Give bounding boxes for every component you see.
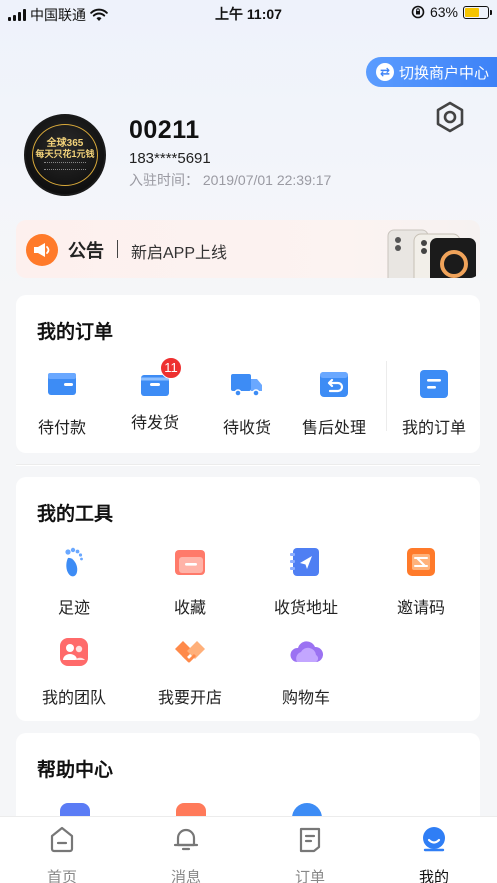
tab-orders[interactable]: 订单 [270,825,350,883]
tool-favorites[interactable]: 收藏 [140,545,240,618]
section-divider [16,464,480,466]
wallet-icon [48,373,76,395]
phones-image [387,229,476,278]
help-title: 帮助中心 [37,760,114,781]
avatar-text-2: 每天只花1元钱 [35,149,95,159]
team-icon [60,638,88,666]
join-time: 入驻时间： 2019/07/01 22:39:17 [129,172,332,188]
home-icon [50,826,74,853]
order-pending-payment[interactable]: 待付款 [22,367,102,438]
order-label: 我的订单 [401,420,466,437]
address-icon [290,548,319,576]
order-label: 待发货 [130,415,179,432]
status-bar: 中国联通 上午 11:07 63% [0,0,497,26]
tab-label: 订单 [294,869,325,883]
invite-code-icon [407,548,435,576]
order-all-orders[interactable]: 我的订单 [394,367,474,438]
orders-title: 我的订单 [37,322,114,343]
user-phone: 183****5691 [129,150,211,167]
notice-title: 公告 [68,241,104,261]
tool-label: 邀请码 [396,600,445,617]
tool-open-store[interactable]: 我要开店 [140,635,240,708]
order-icon [299,827,321,853]
tab-bar: 首页 消息 订单 我的 [0,816,497,883]
folder-icon [175,550,205,575]
order-label: 待收货 [222,420,271,437]
order-label: 待付款 [37,420,86,437]
handshake-icon [175,641,205,663]
order-pending-shipment[interactable]: 11 待发货 [115,357,195,433]
avatar-decoration [44,162,86,170]
megaphone-icon [26,234,58,266]
tool-label: 我的团队 [41,690,106,707]
notice-text: 新启APP上线 [131,245,228,262]
order-after-sales[interactable]: 售后处理 [294,367,374,438]
tab-label: 首页 [46,869,77,883]
tool-address[interactable]: 收货地址 [256,545,356,618]
avatar[interactable]: 全球365 每天只花1元钱 [24,114,106,196]
tool-my-team[interactable]: 我的团队 [24,635,124,708]
tool-label: 足迹 [57,600,90,617]
status-right: 63% [411,4,492,20]
order-pending-receipt[interactable]: 待收货 [207,367,287,438]
switch-merchant-button[interactable]: ⇄ 切换商户中心 [366,57,497,87]
tab-label: 我的 [418,869,449,883]
switch-icon: ⇄ [376,63,394,81]
tool-label: 我要开店 [157,690,222,707]
notice-divider [117,240,118,258]
tools-title: 我的工具 [37,504,114,525]
profile-icon [423,827,445,852]
my-tools-card: 我的工具 足迹 收藏 收货地址 邀请码 我的团队 我要开店 购物车 [16,477,480,721]
tool-footprint[interactable]: 足迹 [24,545,124,618]
tab-messages[interactable]: 消息 [146,825,226,883]
box-icon-wrap: 11 [138,357,182,401]
cloud-cart-icon [290,641,324,662]
order-divider [386,361,387,431]
rotation-lock-icon [411,5,425,19]
tool-label: 购物车 [281,690,330,707]
announcement-banner[interactable]: 公告 新启APP上线 [16,220,480,278]
order-list-icon [420,370,448,398]
battery-icon [463,5,492,19]
footprint-icon [65,547,83,577]
tool-shopping-cart[interactable]: 购物车 [256,635,356,708]
truck-icon [231,374,262,397]
tool-label: 收货地址 [273,600,338,617]
order-badge: 11 [160,357,182,379]
switch-merchant-label: 切换商户中心 [399,64,490,82]
return-icon [320,372,348,397]
battery-percent: 63% [429,4,458,20]
bell-icon [173,828,199,851]
tool-invite-code[interactable]: 邀请码 [371,545,471,618]
tool-label: 收藏 [173,600,206,617]
my-orders-card: 我的订单 待付款 11 待发货 待收货 售后处理 我的订单 [16,295,480,453]
tab-label: 消息 [170,869,201,883]
settings-icon[interactable] [433,100,467,134]
order-label: 售后处理 [301,420,366,437]
tab-mine[interactable]: 我的 [394,825,474,883]
tab-home[interactable]: 首页 [22,825,102,883]
user-id: 00211 [129,116,200,144]
